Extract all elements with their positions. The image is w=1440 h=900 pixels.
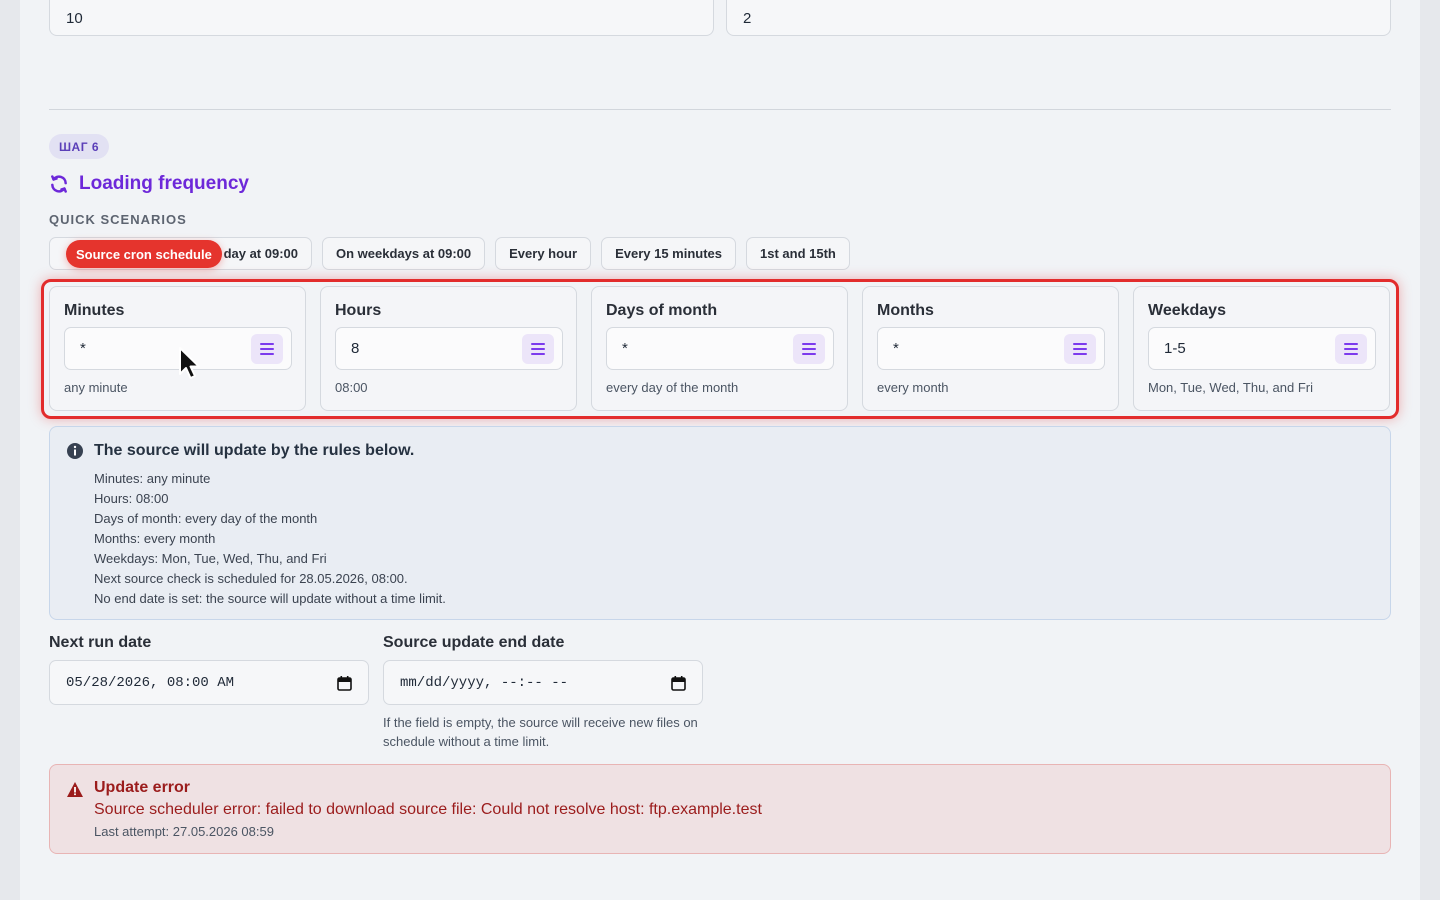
weekdays-menu-button[interactable] — [1335, 334, 1367, 364]
cron-fields: Minutes * any minute Hours 8 08:00 Days … — [49, 286, 1390, 411]
calendar-icon[interactable] — [337, 675, 352, 691]
chip-1st-and-15th[interactable]: 1st and 15th — [746, 237, 850, 270]
mouse-cursor-icon — [179, 347, 200, 379]
hours-menu-button[interactable] — [522, 334, 554, 364]
minutes-value: * — [80, 340, 86, 357]
cron-card-months: Months * every month — [862, 286, 1119, 411]
menu-icon — [531, 343, 545, 355]
end-date-hint: If the field is empty, the source will r… — [383, 715, 698, 749]
info-title: The source will update by the rules belo… — [94, 442, 415, 459]
days-of-month-menu-button[interactable] — [793, 334, 825, 364]
next-run-label: Next run date — [49, 634, 152, 651]
quick-scenarios-label: QUICK SCENARIOS — [49, 212, 187, 227]
warning-icon — [67, 782, 83, 797]
chip-label: On weekdays at 09:00 — [336, 246, 472, 261]
chip-label: Every 15 minutes — [615, 246, 723, 261]
minutes-menu-button[interactable] — [251, 334, 283, 364]
info-line: Next source check is scheduled for 28.05… — [94, 571, 408, 586]
cron-label: Days of month — [606, 302, 718, 319]
weekdays-value: 1-5 — [1164, 340, 1186, 357]
end-date-label: Source update end date — [383, 634, 565, 651]
hours-value: 8 — [351, 340, 360, 357]
days-of-month-input[interactable]: * — [606, 327, 834, 370]
cron-description: 08:00 — [335, 380, 368, 395]
cron-label: Minutes — [64, 302, 125, 319]
menu-icon — [260, 343, 274, 355]
cron-label: Months — [877, 302, 934, 319]
info-icon — [67, 443, 83, 459]
chip-weekdays-0900[interactable]: On weekdays at 09:00 — [322, 237, 486, 270]
months-menu-button[interactable] — [1064, 334, 1096, 364]
error-message: Source scheduler error: failed to downlo… — [94, 801, 762, 818]
cron-description: any minute — [64, 380, 128, 395]
info-line: Hours: 08:00 — [94, 491, 169, 506]
info-line: Weekdays: Mon, Tue, Wed, Thu, and Fri — [94, 551, 327, 566]
top-right-input-value: 2 — [743, 9, 752, 27]
step-badge: ШАГ 6 — [49, 134, 110, 159]
cron-card-days-of-month: Days of month * every day of the month — [591, 286, 848, 411]
cron-description: every month — [877, 380, 949, 395]
info-line: Minutes: any minute — [94, 471, 211, 486]
chip-label: Every hour — [509, 246, 578, 261]
error-last-attempt: Last attempt: 27.05.2026 08:59 — [94, 824, 274, 839]
error-title: Update error — [94, 779, 191, 796]
days-of-month-value: * — [622, 340, 628, 357]
menu-icon — [802, 343, 816, 355]
info-line: Months: every month — [94, 531, 216, 546]
section-title-text: Loading frequency — [79, 173, 249, 194]
weekdays-input[interactable]: 1-5 — [1148, 327, 1376, 370]
refresh-icon — [51, 175, 67, 193]
chip-every-hour[interactable]: Every hour — [495, 237, 592, 270]
chip-label: day at 09:00 — [223, 246, 298, 261]
schedule-info-box: The source will update by the rules belo… — [49, 426, 1391, 620]
cron-card-hours: Hours 8 08:00 — [320, 286, 577, 411]
info-lines: Minutes: any minute Hours: 08:00 Days of… — [94, 469, 446, 609]
menu-icon — [1073, 343, 1087, 355]
hours-input[interactable]: 8 — [335, 327, 563, 370]
info-line: No end date is set: the source will upda… — [94, 591, 446, 606]
end-date-input[interactable]: mm/dd/yyyy, --:-- -- — [383, 660, 703, 705]
calendar-icon[interactable] — [671, 675, 686, 691]
cron-description: Mon, Tue, Wed, Thu, and Fri — [1148, 380, 1313, 395]
top-left-input-value: 10 — [66, 9, 83, 27]
top-right-input[interactable]: 2 — [726, 0, 1391, 36]
cron-description: every day of the month — [606, 380, 739, 395]
cron-card-weekdays: Weekdays 1-5 Mon, Tue, Wed, Thu, and Fri — [1133, 286, 1390, 411]
months-input[interactable]: * — [877, 327, 1105, 370]
months-value: * — [893, 340, 899, 357]
cron-tooltip: Source cron schedule — [66, 240, 222, 268]
end-date-value: mm/dd/yyyy, --:-- -- — [400, 674, 569, 691]
info-line: Days of month: every day of the month — [94, 511, 318, 526]
cron-label: Hours — [335, 302, 382, 319]
chip-every-15-minutes[interactable]: Every 15 minutes — [601, 237, 737, 270]
chip-label: 1st and 15th — [760, 246, 836, 261]
next-run-input[interactable]: 05/28/2026, 08:00 AM — [49, 660, 369, 705]
menu-icon — [1344, 343, 1358, 355]
section-divider — [49, 109, 1391, 110]
next-run-value: 05/28/2026, 08:00 AM — [66, 674, 235, 691]
update-error-box: Update error Source scheduler error: fai… — [49, 764, 1391, 854]
section-title: Loading frequency — [49, 170, 249, 198]
cron-label: Weekdays — [1148, 302, 1226, 319]
top-left-input[interactable]: 10 — [49, 0, 714, 36]
